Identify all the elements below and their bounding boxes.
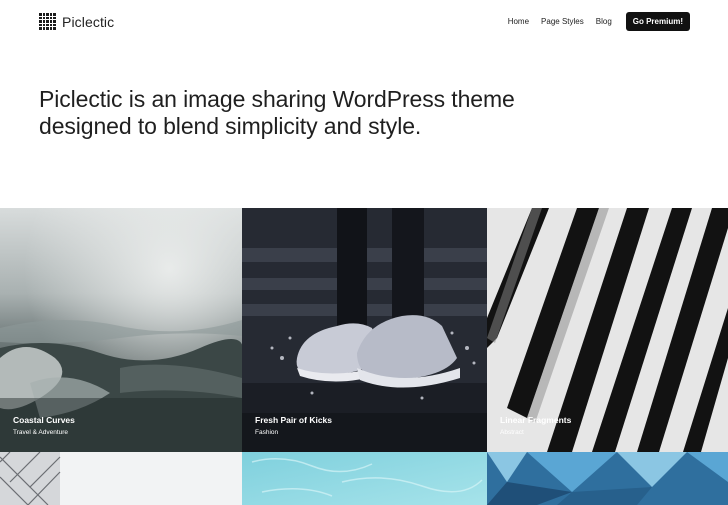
- tile-title[interactable]: Linear Fragments: [500, 415, 571, 425]
- tile-title[interactable]: Fresh Pair of Kicks: [255, 415, 332, 425]
- post-tile-linear-fragments[interactable]: Linear Fragments Abstract: [487, 208, 728, 452]
- tile-category[interactable]: Fashion: [255, 429, 332, 436]
- post-tile-coastal-curves[interactable]: Coastal Curves Travel & Adventure: [0, 208, 242, 452]
- site-logo[interactable]: Piclectic: [39, 13, 114, 30]
- post-tile-fence[interactable]: [0, 452, 242, 505]
- site-title[interactable]: Piclectic: [62, 14, 114, 30]
- main-nav: Home Page Styles Blog Go Premium!: [508, 12, 690, 31]
- hero-heading: Piclectic is an image sharing WordPress …: [39, 86, 559, 140]
- geometric-image: [487, 452, 728, 505]
- site-header: Piclectic Home Page Styles Blog Go Premi…: [0, 0, 728, 44]
- tile-caption: Fresh Pair of Kicks Fashion: [255, 415, 332, 436]
- tile-caption: Linear Fragments Abstract: [500, 415, 571, 436]
- water-image: [242, 452, 487, 505]
- post-tile-fresh-pair-of-kicks[interactable]: Fresh Pair of Kicks Fashion: [242, 208, 487, 452]
- nav-page-styles-link[interactable]: Page Styles: [541, 17, 584, 26]
- tile-category[interactable]: Travel & Adventure: [13, 429, 75, 436]
- fence-image: [0, 452, 242, 505]
- tile-title[interactable]: Coastal Curves: [13, 415, 75, 425]
- grid-logo-icon: [39, 13, 56, 30]
- nav-home-link[interactable]: Home: [508, 17, 529, 26]
- tile-category[interactable]: Abstract: [500, 429, 571, 436]
- hero-line-2: designed to blend simplicity and style.: [39, 113, 422, 139]
- post-tile-water[interactable]: [242, 452, 487, 505]
- post-tile-geometric[interactable]: [487, 452, 728, 505]
- go-premium-button[interactable]: Go Premium!: [625, 12, 690, 31]
- nav-blog-link[interactable]: Blog: [596, 17, 612, 26]
- tile-caption: Coastal Curves Travel & Adventure: [13, 415, 75, 436]
- hero-line-1: Piclectic is an image sharing WordPress …: [39, 86, 515, 112]
